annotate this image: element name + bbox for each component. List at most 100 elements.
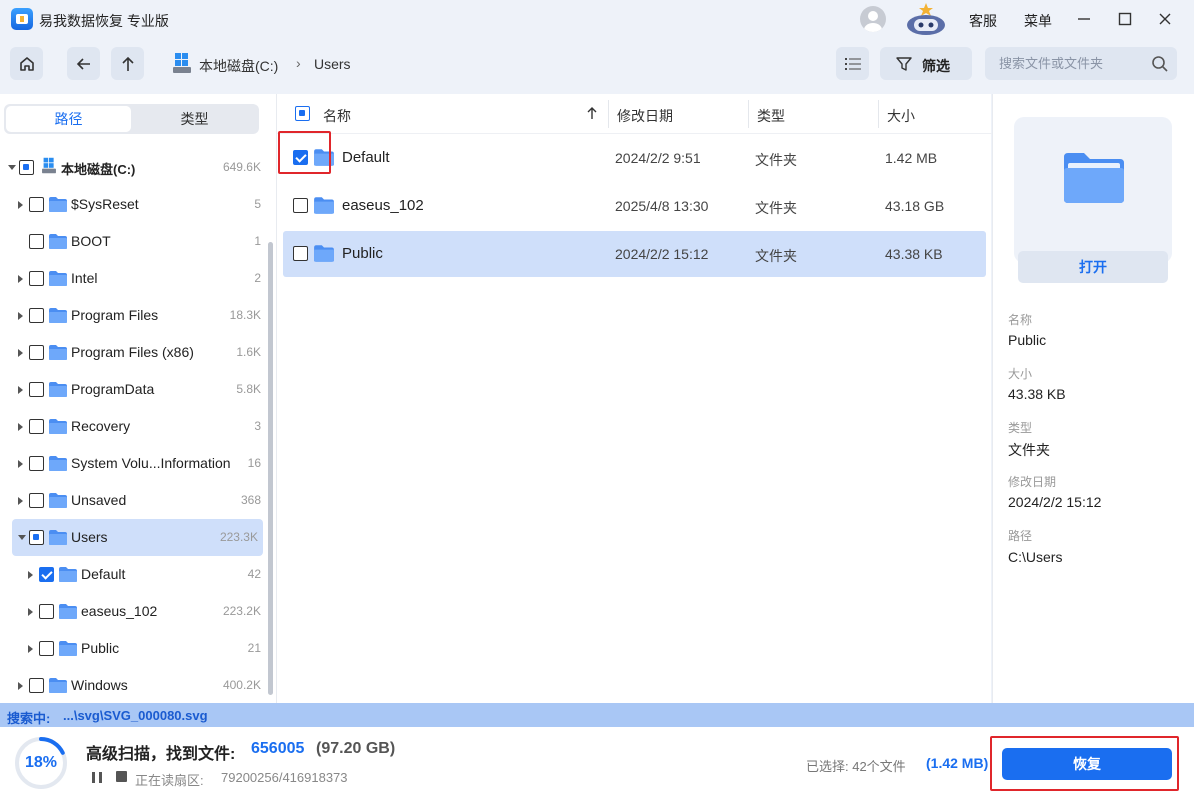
- tab-path[interactable]: 路径: [6, 106, 131, 132]
- tree-checkbox[interactable]: [39, 567, 54, 582]
- tree-checkbox[interactable]: [29, 493, 44, 508]
- customer-service-link[interactable]: 客服: [969, 11, 997, 31]
- breadcrumb-folder[interactable]: Users: [314, 56, 351, 72]
- tree-item[interactable]: BOOT 1: [0, 223, 266, 260]
- tree-item[interactable]: Default 42: [0, 556, 266, 593]
- minimize-button[interactable]: [1073, 8, 1095, 30]
- tree-checkbox[interactable]: [29, 678, 44, 693]
- select-all-checkbox[interactable]: [295, 106, 310, 121]
- tree-checkbox[interactable]: [29, 456, 44, 471]
- column-size[interactable]: 大小: [887, 106, 915, 126]
- tree-item-label: BOOT: [71, 233, 111, 249]
- tree-item-label: Program Files (x86): [71, 344, 194, 360]
- tree-item[interactable]: ProgramData 5.8K: [0, 371, 266, 408]
- file-row[interactable]: Public 2024/2/2 15:12 文件夹 43.38 KB: [283, 231, 986, 277]
- expand-caret-icon[interactable]: [28, 608, 33, 616]
- tab-type[interactable]: 类型: [132, 106, 257, 132]
- tree-checkbox[interactable]: [29, 271, 44, 286]
- tree-checkbox[interactable]: [29, 197, 44, 212]
- expand-caret-icon[interactable]: [18, 497, 23, 505]
- menu-link[interactable]: 菜单: [1024, 11, 1052, 31]
- folder-icon: [49, 456, 67, 471]
- file-row[interactable]: easeus_102 2025/4/8 13:30 文件夹 43.18 GB: [283, 183, 986, 229]
- checkbox-highlight-box: [278, 131, 331, 174]
- tree-scrollbar[interactable]: [268, 242, 273, 695]
- pause-icon[interactable]: [91, 772, 103, 783]
- folder-icon: [314, 197, 334, 214]
- tree-checkbox[interactable]: [19, 160, 34, 175]
- tree-item[interactable]: Windows 400.2K: [0, 667, 266, 703]
- tree-checkbox[interactable]: [39, 641, 54, 656]
- tree-item[interactable]: Program Files 18.3K: [0, 297, 266, 334]
- tree-item-label: Windows: [71, 677, 128, 693]
- expand-caret-icon[interactable]: [18, 682, 23, 690]
- sort-ascending-icon[interactable]: [587, 106, 597, 120]
- close-button[interactable]: [1154, 8, 1176, 30]
- column-type[interactable]: 类型: [757, 106, 785, 126]
- row-checkbox[interactable]: [293, 198, 308, 213]
- tree-item[interactable]: Intel 2: [0, 260, 266, 297]
- expand-caret-icon[interactable]: [18, 312, 23, 320]
- file-row[interactable]: Default 2024/2/2 9:51 文件夹 1.42 MB: [283, 135, 986, 181]
- folder-icon: [59, 641, 77, 656]
- tree-item-label: Public: [81, 640, 120, 656]
- file-name: easeus_102: [342, 197, 424, 214]
- search-input[interactable]: [985, 47, 1145, 80]
- back-button[interactable]: [67, 47, 100, 80]
- column-date[interactable]: 修改日期: [617, 106, 673, 126]
- expand-caret-icon[interactable]: [18, 460, 23, 468]
- detail-name-value: Public: [1008, 332, 1047, 348]
- detail-type-value: 文件夹: [1008, 442, 1050, 458]
- list-view-button[interactable]: [836, 47, 869, 80]
- collapse-caret-icon[interactable]: [8, 165, 16, 170]
- tree-item-count: 3: [254, 419, 261, 433]
- breadcrumb-separator-icon: ›: [296, 55, 301, 71]
- tree-checkbox[interactable]: [39, 604, 54, 619]
- progress-percent: 18%: [24, 754, 58, 771]
- tree-checkbox[interactable]: [29, 382, 44, 397]
- expand-caret-icon[interactable]: [18, 349, 23, 357]
- tree-checkbox[interactable]: [29, 345, 44, 360]
- tree-item[interactable]: 本地磁盘(C:) 649.6K: [0, 149, 266, 186]
- user-avatar-icon[interactable]: [860, 6, 886, 32]
- tree-checkbox[interactable]: [29, 530, 44, 545]
- tree-item[interactable]: System Volu...Information 16: [0, 445, 266, 482]
- detail-size-label: 大小: [1008, 367, 1033, 381]
- expand-caret-icon[interactable]: [18, 275, 23, 283]
- expand-caret-icon[interactable]: [18, 423, 23, 431]
- search-icon[interactable]: [1151, 55, 1169, 73]
- detail-path-label: 路径: [1008, 529, 1033, 543]
- tree-checkbox[interactable]: [29, 234, 44, 249]
- tree-checkbox[interactable]: [29, 308, 44, 323]
- tree-item[interactable]: easeus_102 223.2K: [0, 593, 266, 630]
- stop-icon[interactable]: [116, 771, 127, 782]
- tree-item[interactable]: Program Files (x86) 1.6K: [0, 334, 266, 371]
- column-name[interactable]: 名称: [323, 106, 351, 126]
- open-button[interactable]: 打开: [1018, 251, 1168, 283]
- assistant-robot-icon[interactable]: [903, 2, 949, 36]
- expand-caret-icon[interactable]: [18, 386, 23, 394]
- view-tabs: 路径 类型: [4, 104, 259, 134]
- expand-caret-icon[interactable]: [28, 571, 33, 579]
- tree-item-label: Intel: [71, 270, 98, 286]
- filter-button[interactable]: 筛选: [880, 47, 972, 80]
- file-size: 43.18 GB: [885, 198, 945, 214]
- home-button[interactable]: [10, 47, 43, 80]
- expand-caret-icon[interactable]: [18, 201, 23, 209]
- breadcrumb-drive[interactable]: 本地磁盘(C:): [199, 56, 278, 76]
- collapse-caret-icon[interactable]: [18, 535, 26, 540]
- folder-icon: [49, 308, 67, 323]
- file-date: 2024/2/2 9:51: [615, 150, 701, 166]
- expand-caret-icon[interactable]: [28, 645, 33, 653]
- tree-item[interactable]: Users 223.3K: [12, 519, 263, 556]
- tree-item[interactable]: $SysReset 5: [0, 186, 266, 223]
- tree-item[interactable]: Public 21: [0, 630, 266, 667]
- title-bar: 易我数据恢复 专业版 客服 菜单: [0, 0, 1194, 38]
- tree-checkbox[interactable]: [29, 419, 44, 434]
- status-path: ...\svg\SVG_000080.svg: [63, 708, 208, 723]
- tree-item[interactable]: Unsaved 368: [0, 482, 266, 519]
- up-button[interactable]: [111, 47, 144, 80]
- row-checkbox[interactable]: [293, 246, 308, 261]
- tree-item[interactable]: Recovery 3: [0, 408, 266, 445]
- maximize-button[interactable]: [1114, 8, 1136, 30]
